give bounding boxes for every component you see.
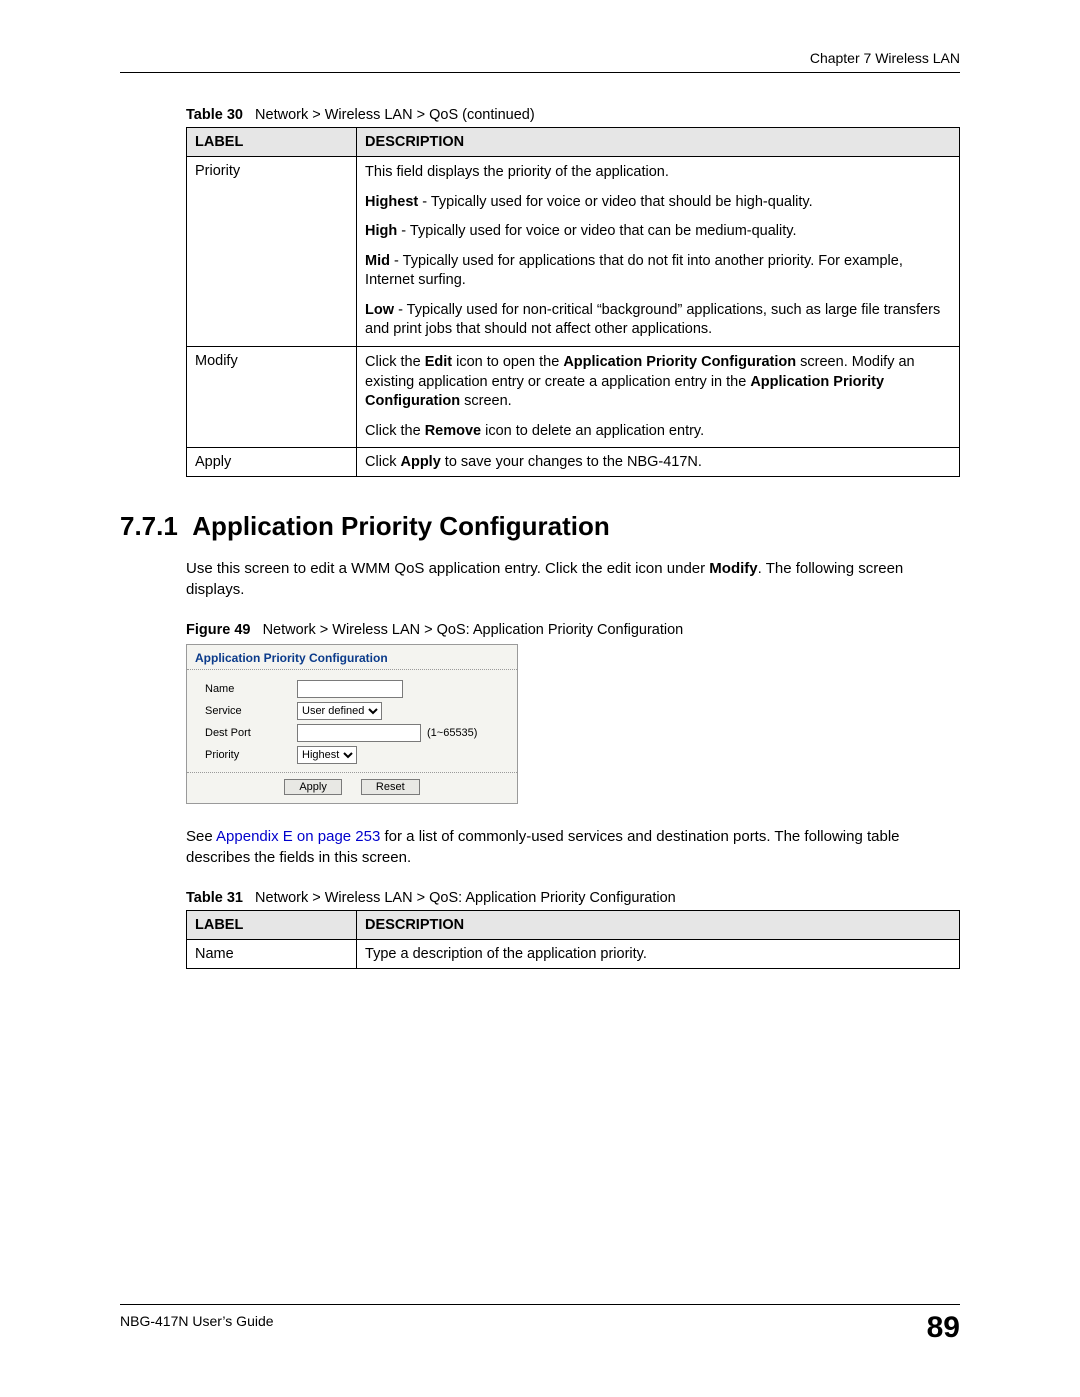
table30: LABEL DESCRIPTION Priority This field di… <box>186 127 960 477</box>
chapter-header: Chapter 7 Wireless LAN <box>120 50 960 72</box>
row-modify-desc: Click the Edit icon to open the Applicat… <box>357 346 960 447</box>
figure49-caption: Figure 49 Network > Wireless LAN > QoS: … <box>186 622 960 638</box>
row-apply-label: Apply <box>187 448 357 477</box>
figure49-number: Figure 49 <box>186 622 250 638</box>
priority-highest-t: - Typically used for voice or video that… <box>418 194 812 210</box>
table31: LABEL DESCRIPTION Name Type a descriptio… <box>186 910 960 969</box>
reset-button[interactable]: Reset <box>361 779 420 795</box>
destport-label: Dest Port <box>205 727 297 739</box>
name-input[interactable] <box>297 680 403 698</box>
priority-highest-b: Highest <box>365 194 418 210</box>
priority-label: Priority <box>205 749 297 761</box>
appendix-paragraph: See Appendix E on page 253 for a list of… <box>186 826 960 868</box>
priority-mid-b: Mid <box>365 253 390 269</box>
figure49-title: Network > Wireless LAN > QoS: Applicatio… <box>263 622 684 638</box>
table31-title: Network > Wireless LAN > QoS: Applicatio… <box>255 890 676 906</box>
page-number: 89 <box>927 1313 960 1343</box>
priority-high-b: High <box>365 223 397 239</box>
priority-mid-t: - Typically used for applications that d… <box>365 253 903 289</box>
row-priority-label: Priority <box>187 157 357 347</box>
section-number: 7.7.1 <box>120 511 178 541</box>
table30-caption: Table 30 Network > Wireless LAN > QoS (c… <box>186 107 960 123</box>
row-priority-desc: This field displays the priority of the … <box>357 157 960 347</box>
section-title: Application Priority Configuration <box>192 511 609 541</box>
table30-head-desc: DESCRIPTION <box>357 128 960 157</box>
table-row: Priority This field displays the priorit… <box>187 157 960 347</box>
page-footer: NBG-417N User’s Guide 89 <box>120 1304 960 1343</box>
table31-caption: Table 31 Network > Wireless LAN > QoS: A… <box>186 890 960 906</box>
table-row: Apply Click Apply to save your changes t… <box>187 448 960 477</box>
priority-intro: This field displays the priority of the … <box>365 163 951 183</box>
intro-paragraph: Use this screen to edit a WMM QoS applic… <box>186 558 960 600</box>
table31-head-desc: DESCRIPTION <box>357 911 960 940</box>
destport-hint: (1~65535) <box>427 727 477 739</box>
appendix-link[interactable]: Appendix E on page 253 <box>216 828 380 845</box>
section-heading: 7.7.1 Application Priority Configuration <box>120 511 960 542</box>
row-name-desc: Type a description of the application pr… <box>357 940 960 969</box>
table30-title: Network > Wireless LAN > QoS (continued) <box>255 107 535 123</box>
destport-input[interactable] <box>297 724 421 742</box>
priority-select[interactable]: Highest <box>297 746 357 764</box>
apply-button[interactable]: Apply <box>284 779 342 795</box>
service-select[interactable]: User defined <box>297 702 382 720</box>
header-rule <box>120 72 960 73</box>
priority-low-b: Low <box>365 302 394 318</box>
row-modify-label: Modify <box>187 346 357 447</box>
application-priority-dialog: Application Priority Configuration Name … <box>186 644 518 804</box>
table-row: Modify Click the Edit icon to open the A… <box>187 346 960 447</box>
guide-name: NBG-417N User’s Guide <box>120 1313 274 1329</box>
table30-head-label: LABEL <box>187 128 357 157</box>
table31-number: Table 31 <box>186 890 243 906</box>
name-label: Name <box>205 683 297 695</box>
table31-head-label: LABEL <box>187 911 357 940</box>
dialog-title: Application Priority Configuration <box>187 645 517 670</box>
row-apply-desc: Click Apply to save your changes to the … <box>357 448 960 477</box>
priority-high-t: - Typically used for voice or video that… <box>397 223 796 239</box>
row-name-label: Name <box>187 940 357 969</box>
priority-low-t: - Typically used for non-critical “backg… <box>365 302 940 338</box>
table30-number: Table 30 <box>186 107 243 123</box>
table-row: Name Type a description of the applicati… <box>187 940 960 969</box>
service-label: Service <box>205 705 297 717</box>
